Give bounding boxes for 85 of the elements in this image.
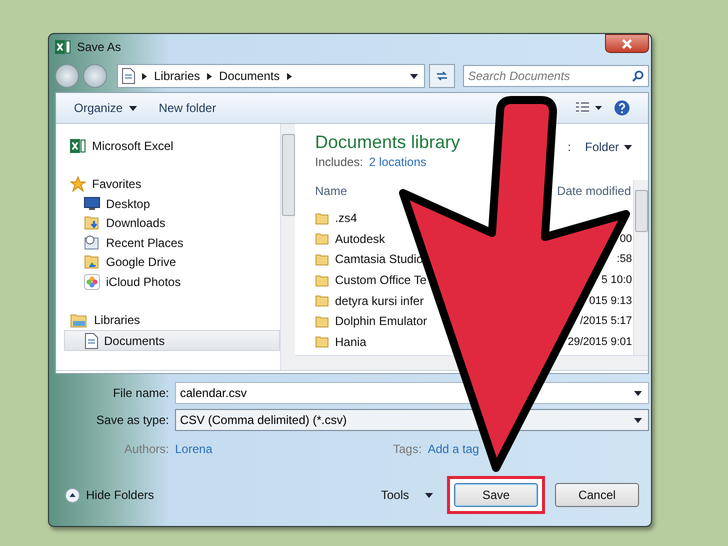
view-options-icon[interactable]	[576, 102, 602, 114]
nav-item[interactable]: Libraries	[64, 310, 280, 330]
refresh-button[interactable]	[429, 64, 455, 88]
caret-icon	[624, 144, 632, 150]
folder-name[interactable]: Custom Office Te	[335, 273, 427, 288]
includes-label: Includes:	[315, 155, 364, 169]
chevron-icon	[286, 72, 292, 80]
caret-icon	[425, 492, 433, 498]
date-cell: 015 9:13	[589, 294, 633, 307]
chevron-up-icon	[65, 488, 80, 502]
authors-link[interactable]: Lorena	[175, 442, 212, 456]
nav-item[interactable]: Recent Places	[64, 232, 280, 252]
column-header[interactable]: Name	[315, 184, 348, 198]
locations-link[interactable]: 2 locations	[369, 155, 426, 169]
nav-item[interactable]: Desktop	[64, 194, 280, 214]
document-icon	[122, 68, 135, 84]
document-icon	[85, 332, 98, 349]
recent-places-icon	[84, 234, 100, 251]
nav-item[interactable]: iCloud Photos	[64, 272, 280, 292]
field-label: Tags:	[393, 442, 423, 456]
file-type-dropdown[interactable]: CSV (Comma delimited) (*.csv)	[175, 409, 649, 431]
field-label: File name:	[112, 386, 170, 400]
nav-item[interactable]: Google Drive	[64, 252, 280, 272]
nav-item[interactable]: Downloads	[64, 213, 280, 233]
breadcrumb[interactable]: Libraries	[154, 69, 200, 83]
help-icon[interactable]	[614, 100, 630, 116]
folder-icon	[315, 335, 329, 348]
tags-link[interactable]: Add a tag	[428, 442, 480, 456]
caret-icon	[410, 74, 418, 78]
chevron-icon	[142, 72, 147, 80]
address-bar[interactable]: Libraries Documents	[117, 64, 425, 88]
close-button[interactable]	[605, 34, 649, 53]
new-folder-button[interactable]: New folder	[158, 101, 216, 115]
folder-name[interactable]: Autodesk	[335, 232, 386, 246]
save-button[interactable]: Save	[454, 483, 538, 507]
chevron-icon	[207, 72, 212, 80]
caret-icon	[128, 106, 137, 110]
field-label: Authors:	[123, 442, 170, 456]
download-folder-icon	[84, 215, 100, 232]
library-title: Documents library	[315, 132, 460, 153]
search-field[interactable]: Search Documents	[463, 65, 649, 87]
caret-icon	[634, 418, 642, 422]
date-cell: :58	[616, 253, 633, 266]
drive-folder-icon	[84, 254, 100, 270]
library-folder-icon	[70, 312, 88, 328]
folder-name[interactable]: Dolphin Emulator	[335, 314, 428, 328]
scrollbar[interactable]	[633, 180, 648, 355]
folder-icon	[315, 232, 329, 246]
nav-item[interactable]: Favorites	[64, 174, 280, 194]
hide-folders-button[interactable]: Hide Folders	[65, 488, 154, 502]
monitor-icon	[84, 197, 100, 210]
close-icon	[622, 38, 632, 48]
window-title: Save As	[77, 40, 122, 54]
folder-icon	[315, 212, 329, 225]
scrollbar[interactable]	[280, 124, 295, 370]
cancel-button[interactable]: Cancel	[555, 483, 639, 507]
folder-name[interactable]: .zs4	[335, 211, 358, 226]
search-icon	[632, 70, 644, 82]
date-cell: 00	[620, 232, 633, 245]
caret-icon	[634, 390, 642, 396]
arrange-dropdown[interactable]: Folder	[584, 140, 632, 154]
back-button[interactable]	[55, 64, 79, 88]
organize-menu[interactable]: Organize	[74, 101, 137, 115]
nav-item[interactable]: Microsoft Excel	[64, 136, 280, 156]
folder-name[interactable]: Hania	[335, 334, 366, 349]
star-icon	[70, 176, 86, 192]
date-cell: /2015 5:17	[580, 315, 633, 328]
field-label: Save as type:	[95, 413, 170, 427]
folder-icon	[315, 314, 329, 328]
forward-button[interactable]	[83, 64, 107, 88]
date-cell: 5 10:0	[601, 274, 633, 286]
folder-icon	[315, 252, 329, 266]
folder-icon	[315, 274, 329, 287]
tools-menu[interactable]: Tools	[380, 488, 433, 502]
folder-icon	[315, 294, 329, 308]
arrange-label: :	[568, 140, 571, 154]
excel-icon	[70, 138, 86, 153]
column-header[interactable]: Date modified	[556, 184, 633, 198]
nav-item[interactable]: Documents	[64, 330, 280, 352]
flower-icon	[84, 274, 100, 290]
breadcrumb[interactable]: Documents	[219, 69, 280, 83]
excel-icon	[55, 40, 71, 54]
date-cell: 29/2015 9:01	[568, 336, 633, 348]
refresh-icon	[436, 70, 448, 82]
folder-name[interactable]: detyra kursi infer	[335, 294, 424, 308]
